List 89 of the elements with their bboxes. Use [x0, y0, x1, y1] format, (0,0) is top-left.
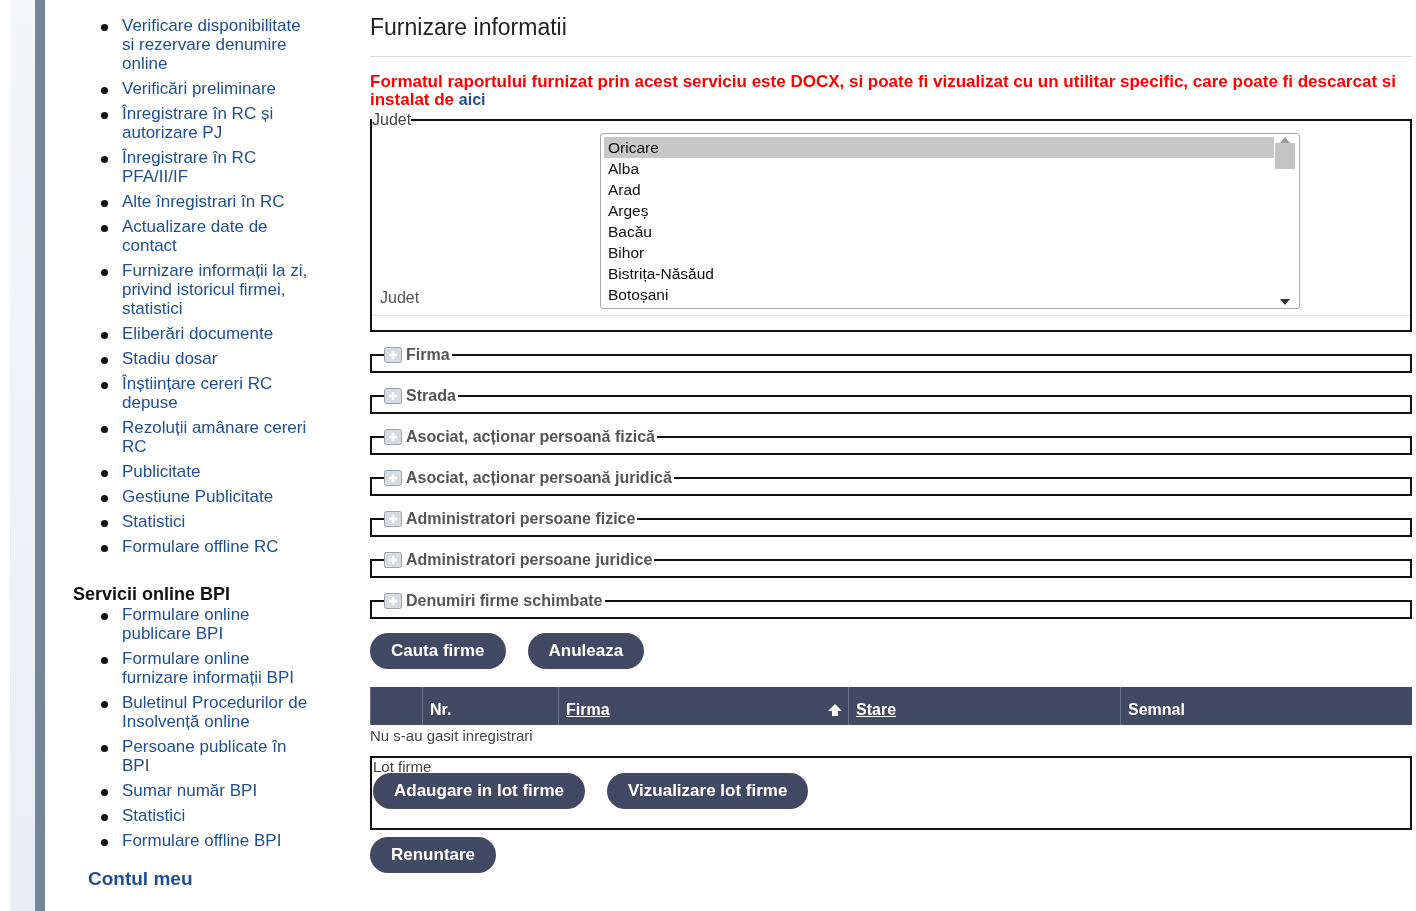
sidebar-link[interactable]: Verificare disponibilitate si rezervare denumire online: [122, 16, 312, 73]
bullet-icon: [101, 332, 108, 339]
bullet-icon: [101, 495, 108, 502]
section-toggle[interactable]: Administratori persoane fizice: [384, 510, 638, 528]
sidebar-link[interactable]: Înregistrare în RC PFA/II/IF: [122, 148, 312, 186]
sidebar-link[interactable]: Gestiune Publicitate: [122, 487, 312, 506]
header-cell: [370, 687, 423, 725]
sidebar-link[interactable]: Sumar număr BPI: [122, 781, 312, 800]
list-option[interactable]: Botoșani: [604, 284, 1274, 305]
bullet-icon: [101, 545, 108, 552]
list-option[interactable]: Alba: [604, 158, 1274, 179]
section-toggle[interactable]: Asociat, acționar persoană fizică: [384, 428, 657, 446]
bullet-icon: [101, 613, 108, 620]
list-option[interactable]: Argeș: [604, 200, 1274, 221]
bullet-icon: [101, 839, 108, 846]
sort-arrow-icon: [828, 704, 842, 716]
list-option[interactable]: Bacău: [604, 221, 1274, 242]
list-option[interactable]: Bihor: [604, 242, 1274, 263]
sidebar-link[interactable]: Actualizare date de contact: [122, 217, 312, 255]
sidebar-link[interactable]: Persoane publicate în BPI: [122, 737, 312, 775]
plus-icon: [384, 511, 402, 527]
account-link[interactable]: Contul meu: [88, 868, 193, 890]
list-option[interactable]: Oricare: [604, 137, 1274, 158]
bullet-icon: [101, 470, 108, 477]
bullet-icon: [101, 269, 108, 276]
sidebar-link[interactable]: Alte înregistrari în RC: [122, 192, 312, 211]
section-toggle[interactable]: Firma: [384, 346, 452, 364]
list-option[interactable]: Bistrița-Năsăud: [604, 263, 1274, 284]
column-header: Semnal: [1120, 687, 1412, 725]
plus-icon: [384, 347, 402, 363]
bullet-icon: [101, 225, 108, 232]
bullet-icon: [101, 657, 108, 664]
bullet-icon: [101, 520, 108, 527]
plus-icon: [384, 470, 402, 486]
section-toggle[interactable]: Strada: [384, 387, 458, 405]
bullet-icon: [101, 357, 108, 364]
bullet-icon: [101, 745, 108, 752]
bullet-icon: [101, 112, 108, 119]
sidebar-link[interactable]: Buletinul Procedurilor de Insolvență online: [122, 693, 312, 731]
sidebar-link[interactable]: Rezoluții amânare cereri RC: [122, 418, 312, 456]
plus-icon: [384, 429, 402, 445]
action-button[interactable]: Anuleaza: [527, 633, 645, 669]
section-toggle[interactable]: Asociat, acționar persoană juridică: [384, 469, 674, 487]
bullet-icon: [101, 87, 108, 94]
sidebar-link[interactable]: Formulare online publicare BPI: [122, 605, 312, 643]
download-link[interactable]: aici: [458, 91, 486, 108]
fieldset-legend: Lot firme: [373, 758, 432, 775]
sidebar-link[interactable]: Verificări preliminare: [122, 79, 312, 98]
scroll-thumb[interactable]: [1275, 143, 1295, 169]
empty-message: Nu s-au gasit inregistrari: [370, 727, 534, 744]
column-header[interactable]: Firma: [558, 687, 849, 725]
plus-icon: [384, 552, 402, 568]
sidebar-link[interactable]: Formulare offline RC: [122, 537, 312, 556]
sidebar-link[interactable]: Stadiu dosar: [122, 349, 312, 368]
sidebar-link[interactable]: Formulare online furnizare informații BPI: [122, 649, 312, 687]
plus-icon: [384, 388, 402, 404]
cancel-button[interactable]: Renuntare: [370, 837, 497, 873]
section-toggle[interactable]: Denumiri firme schimbate: [384, 592, 605, 610]
sidebar-link[interactable]: Statistici: [122, 512, 312, 531]
sidebar-link[interactable]: Statistici: [122, 806, 312, 825]
county-listbox[interactable]: Oricare Alba Arad Argeș Bacău Bihor Bistrița-Năsăud Botoșani: [600, 133, 1300, 309]
sidebar-link[interactable]: Înregistrare în RC și autorizare PJ: [122, 104, 312, 142]
sidebar-link[interactable]: Eliberări documente: [122, 324, 312, 343]
column-header[interactable]: Stare: [848, 687, 1121, 725]
notice-text: Formatul raportului furnizat prin acest serviciu este DOCX, si poate fi vizualizat cu un utilitar specific, care poate fi descarcat si instalat de aici: [370, 73, 1397, 109]
sidebar-link[interactable]: Publicitate: [122, 462, 312, 481]
fieldset-legend: Judet: [372, 111, 412, 129]
sidebar-link[interactable]: Furnizare informații la zi, privind istoricul firmei, statistici: [122, 261, 312, 318]
section-toggle[interactable]: Administratori persoane juridice: [384, 551, 655, 569]
action-button[interactable]: Vizualizare lot firme: [607, 773, 809, 809]
plus-icon: [384, 593, 402, 609]
field-label: Judet: [380, 289, 421, 308]
sidebar-link[interactable]: Înștiințare cereri RC depuse: [122, 374, 312, 412]
bullet-icon: [101, 200, 108, 207]
section-heading: Servicii online BPI: [73, 584, 232, 605]
bullet-icon: [101, 24, 108, 31]
bullet-icon: [101, 426, 108, 433]
action-button[interactable]: Adaugare in lot firme: [373, 773, 586, 809]
bullet-icon: [101, 789, 108, 796]
bullet-icon: [101, 814, 108, 821]
sidebar-link[interactable]: Formulare offline BPI: [122, 831, 312, 850]
bullet-icon: [101, 382, 108, 389]
action-button[interactable]: Cauta firme: [370, 633, 506, 669]
column-header: Nr.: [422, 687, 559, 725]
bullet-icon: [101, 156, 108, 163]
scroll-down-icon[interactable]: [1280, 299, 1290, 305]
list-option[interactable]: Arad: [604, 179, 1274, 200]
bullet-icon: [101, 701, 108, 708]
page-title: Furnizare informatii: [370, 14, 1412, 57]
